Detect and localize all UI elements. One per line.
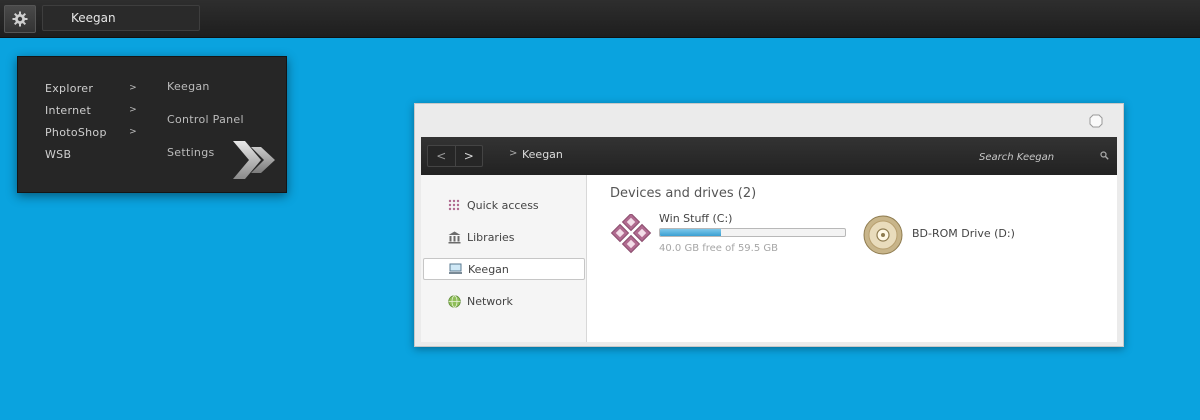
menu-item-label: Explorer — [45, 81, 94, 95]
quick-access-icon — [447, 198, 461, 212]
network-icon — [447, 294, 461, 308]
navigation-pane: Quick access Libraries Keegan Network — [421, 175, 587, 342]
close-icon[interactable] — [1089, 114, 1103, 128]
double-chevron-icon — [233, 141, 275, 179]
taskbar: Keegan — [0, 0, 1200, 38]
breadcrumb[interactable]: Keegan — [522, 148, 563, 161]
menu-item-explorer[interactable]: Explorer > — [45, 77, 137, 99]
sidebar-item-keegan[interactable]: Keegan — [423, 258, 585, 280]
forward-button[interactable]: > — [454, 146, 483, 166]
windows-drive-icon — [610, 214, 652, 254]
sidebar-item-label: Keegan — [468, 262, 509, 276]
menu-item-label: WSB — [45, 147, 72, 161]
sidebar-item-label: Network — [467, 294, 513, 308]
search-icon[interactable] — [1100, 151, 1109, 160]
menu-item-label: PhotoShop — [45, 125, 107, 139]
search-box — [977, 145, 1111, 169]
explorer-window: < > > Keegan Quick ac — [414, 103, 1124, 347]
settings-button[interactable] — [4, 5, 36, 33]
sidebar-item-label: Quick access — [467, 198, 539, 212]
libraries-icon — [447, 230, 461, 244]
nav-button-group: < > — [427, 145, 483, 167]
drive-item-d[interactable]: BD-ROM Drive (D:) — [863, 215, 1063, 259]
content-pane: Devices and drives (2) Win Stuff (C:) 40… — [587, 175, 1117, 342]
sidebar-item-network[interactable]: Network — [423, 290, 585, 312]
drive-name: Win Stuff (C:) — [659, 212, 733, 225]
sidebar-item-libraries[interactable]: Libraries — [423, 226, 585, 248]
menu-item-photoshop[interactable]: PhotoShop > — [45, 121, 137, 143]
drive-usage-bar — [659, 228, 846, 237]
start-menu: Explorer > Internet > PhotoShop > WSB Ke… — [17, 56, 287, 193]
search-input[interactable] — [977, 146, 1111, 169]
computer-icon — [448, 262, 462, 276]
menu-item-keegan[interactable]: Keegan — [167, 79, 277, 112]
disc-drive-icon — [863, 215, 903, 255]
breadcrumb-chevron-icon[interactable]: > — [509, 148, 517, 159]
submenu-arrow-icon: > — [129, 83, 137, 93]
gear-icon — [12, 11, 28, 27]
menu-left-column: Explorer > Internet > PhotoShop > WSB — [45, 77, 137, 165]
navigation-bar: < > > Keegan — [421, 137, 1117, 175]
menu-item-label: Internet — [45, 103, 92, 117]
back-button[interactable]: < — [428, 146, 455, 166]
drive-free-space: 40.0 GB free of 59.5 GB — [659, 243, 778, 254]
sidebar-item-label: Libraries — [467, 230, 515, 244]
submenu-arrow-icon: > — [129, 105, 137, 115]
taskbar-window-button[interactable]: Keegan — [42, 5, 200, 31]
sidebar-item-quick-access[interactable]: Quick access — [423, 194, 585, 216]
menu-item-wsb[interactable]: WSB — [45, 143, 137, 165]
drive-item-c[interactable]: Win Stuff (C:) 40.0 GB free of 59.5 GB — [609, 210, 849, 258]
window-titlebar[interactable] — [415, 104, 1123, 137]
section-title: Devices and drives (2) — [610, 186, 757, 201]
drive-name: BD-ROM Drive (D:) — [912, 227, 1015, 240]
menu-item-internet[interactable]: Internet > — [45, 99, 137, 121]
submenu-arrow-icon: > — [129, 127, 137, 137]
drive-usage-fill — [660, 229, 722, 236]
